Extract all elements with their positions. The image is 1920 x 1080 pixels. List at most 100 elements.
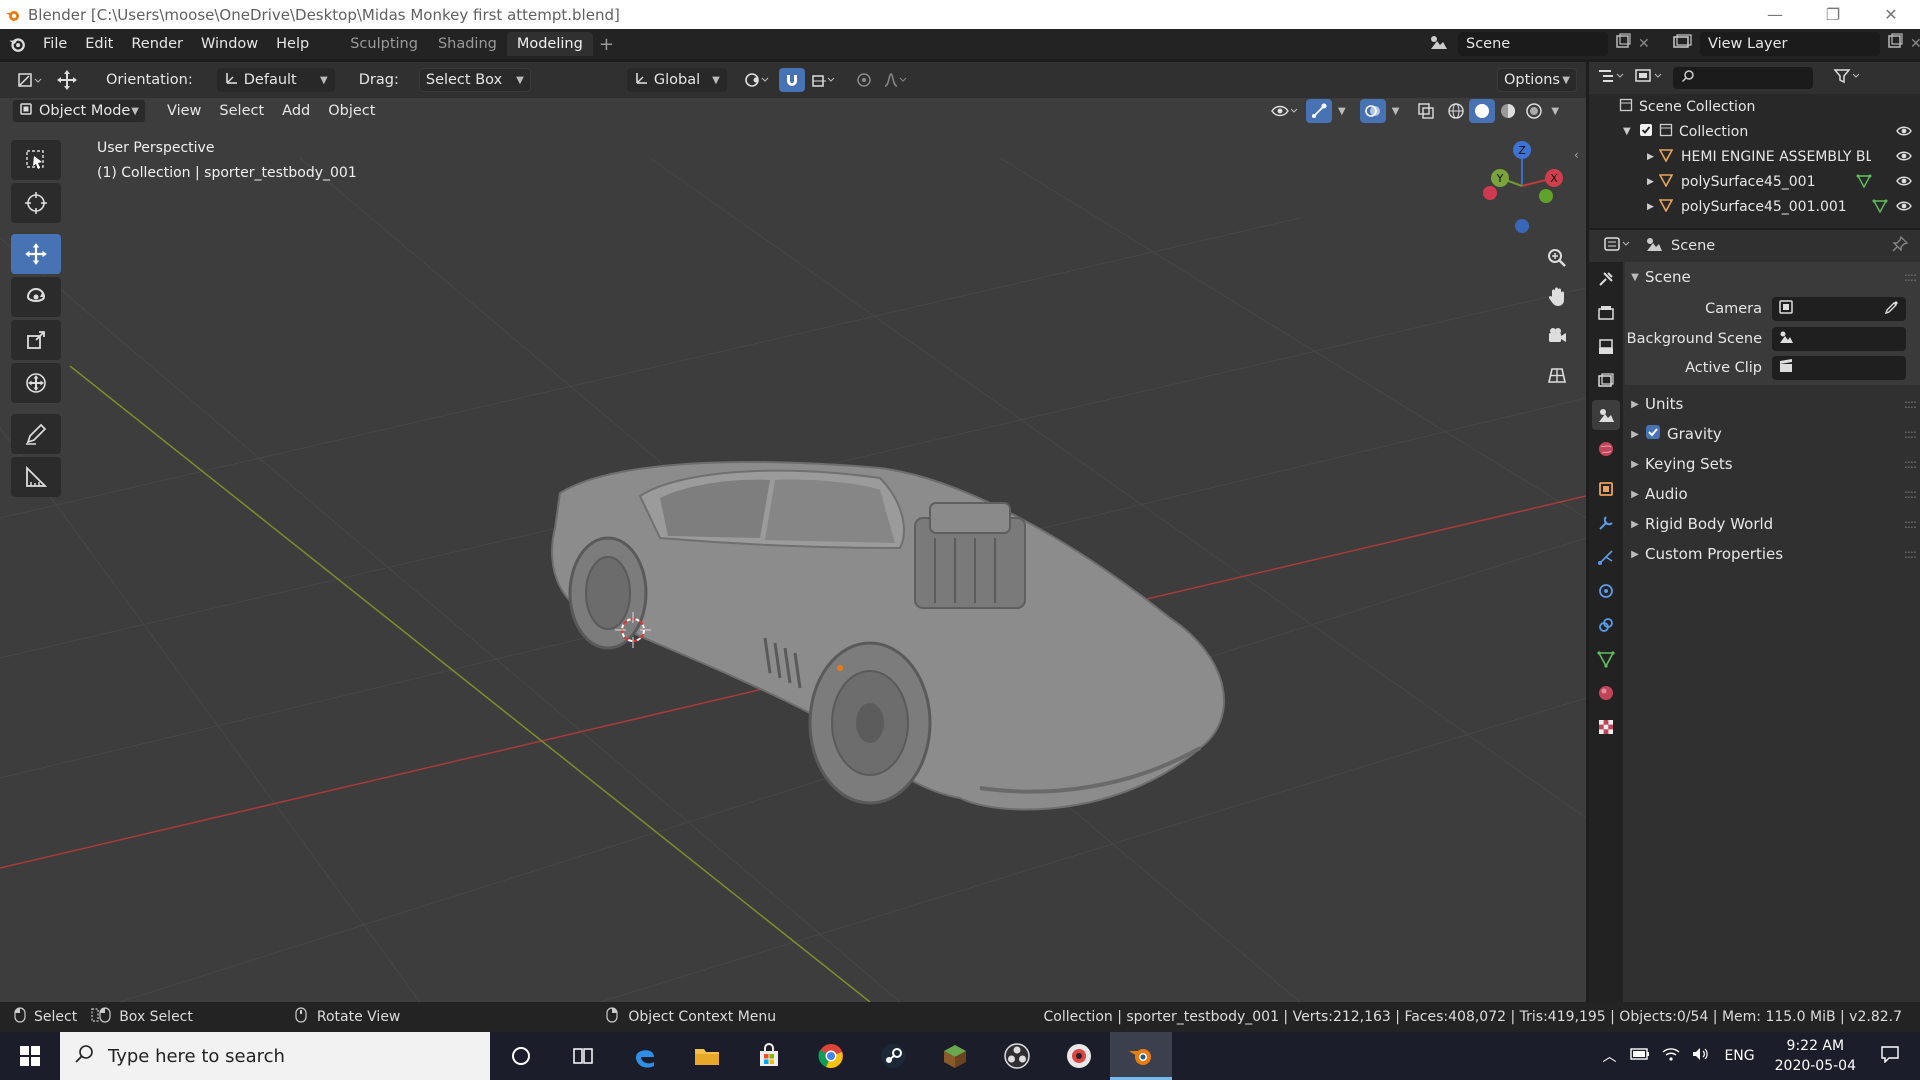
orientation-dropdown[interactable]: Default ▼ [216, 68, 335, 92]
file-explorer-icon[interactable] [676, 1032, 738, 1080]
editor-type-icon[interactable] [12, 68, 46, 92]
cursor-tool-icon[interactable] [11, 183, 61, 223]
drag-grip-icon[interactable]: :::: [1904, 270, 1917, 284]
menu-render[interactable]: Render [122, 29, 192, 59]
select-box-tool-icon[interactable] [11, 140, 61, 180]
chevron-down-icon[interactable]: ▼ [1392, 106, 1400, 117]
outliner-editor-icon[interactable] [1595, 67, 1627, 89]
output-tab-icon[interactable] [1592, 332, 1620, 362]
input-language[interactable]: ENG [1724, 1048, 1754, 1064]
solid-shading-icon[interactable] [1469, 99, 1496, 123]
microsoft-store-icon[interactable] [738, 1032, 800, 1080]
blender-menu-icon[interactable] [0, 35, 34, 53]
new-scene-icon[interactable] [1614, 33, 1632, 55]
steam-icon[interactable] [862, 1032, 924, 1080]
object-tab-icon[interactable] [1592, 474, 1620, 504]
minimize-button[interactable]: — [1746, 0, 1804, 29]
render-tab-icon[interactable] [1592, 298, 1620, 328]
expand-triangle-icon[interactable]: ▶ [1647, 202, 1659, 212]
eye-icon[interactable] [1896, 174, 1912, 192]
snap-element-icon[interactable] [805, 68, 841, 92]
wireframe-shading-icon[interactable] [1443, 99, 1469, 123]
obs-studio-icon[interactable] [986, 1032, 1048, 1080]
menu-help[interactable]: Help [267, 29, 318, 59]
drag-grip-icon[interactable]: :::: [1904, 397, 1917, 411]
outliner-item[interactable]: ▶ polySurface45_001.001 [1589, 194, 1920, 219]
keying-sets-panel-header[interactable]: ▶ Keying Sets :::: [1625, 449, 1920, 479]
proportional-editing-icon[interactable] [851, 68, 877, 92]
cortana-icon[interactable] [490, 1032, 552, 1080]
material-tab-icon[interactable] [1592, 678, 1620, 708]
xray-toggle-icon[interactable] [1413, 99, 1439, 123]
camera-view-icon[interactable] [1541, 320, 1573, 352]
windows-start-icon[interactable] [0, 1032, 60, 1080]
visibility-filter-icon[interactable] [1266, 99, 1302, 123]
menu-edit[interactable]: Edit [76, 29, 122, 59]
texture-tab-icon[interactable] [1592, 712, 1620, 742]
scale-tool-icon[interactable] [11, 320, 61, 360]
scene-selector[interactable]: Scene ✕ [1428, 32, 1650, 56]
blender-taskbar-icon[interactable] [1110, 1032, 1172, 1080]
delete-view-layer-icon[interactable]: ✕ [1910, 36, 1920, 52]
chevron-down-icon[interactable]: ▼ [1338, 106, 1346, 117]
scene-name-field[interactable]: Scene [1458, 32, 1608, 56]
drag-grip-icon[interactable]: :::: [1904, 547, 1917, 561]
rendered-shading-icon[interactable] [1521, 99, 1547, 123]
outliner-search-input[interactable] [1673, 67, 1813, 89]
pan-hand-icon[interactable] [1541, 281, 1573, 313]
tab-shading[interactable]: Shading [428, 32, 507, 56]
gizmo-toggle-icon[interactable] [1306, 99, 1332, 123]
davinci-resolve-icon[interactable] [1048, 1032, 1110, 1080]
particles-tab-icon[interactable] [1592, 542, 1620, 572]
properties-editor-icon[interactable] [1603, 235, 1635, 257]
eyedropper-icon[interactable] [1884, 299, 1900, 319]
edge-browser-icon[interactable] [614, 1032, 676, 1080]
constraints-tab-icon[interactable] [1592, 610, 1620, 640]
expand-triangle-icon[interactable]: ▶ [1647, 152, 1659, 162]
world-tab-icon[interactable] [1592, 434, 1620, 464]
expand-triangle-icon[interactable]: ▶ [1647, 177, 1659, 187]
rotate-tool-icon[interactable] [11, 277, 61, 317]
gravity-panel-header[interactable]: ▶ Gravity :::: [1625, 419, 1920, 449]
zoom-icon[interactable] [1541, 242, 1573, 274]
navigation-gizmo[interactable]: Z X Y [1470, 138, 1570, 248]
drag-dropdown[interactable]: Select Box ▼ [418, 68, 531, 92]
scene-tab-icon[interactable] [1592, 400, 1620, 430]
volume-icon[interactable] [1692, 1047, 1710, 1065]
display-mode-icon[interactable] [1633, 67, 1665, 89]
measure-tool-icon[interactable] [11, 457, 61, 497]
sidebar-toggle-icon[interactable]: ‹ [1574, 148, 1579, 162]
object-data-tab-icon[interactable] [1592, 644, 1620, 674]
menu-object[interactable]: Object [319, 103, 384, 119]
outliner-item[interactable]: ▶ HEMI ENGINE ASSEMBLY BLOW [1589, 144, 1920, 169]
scene-panel-header[interactable]: ▼ Scene :::: [1625, 262, 1920, 292]
add-workspace-button[interactable]: + [593, 34, 620, 55]
units-panel-header[interactable]: ▶ Units :::: [1625, 389, 1920, 419]
options-dropdown[interactable]: Options ▼ [1497, 68, 1577, 92]
gravity-checkbox[interactable] [1645, 424, 1661, 444]
view-layer-name-field[interactable]: View Layer [1700, 32, 1880, 56]
battery-icon[interactable] [1630, 1047, 1650, 1065]
eye-icon[interactable] [1896, 149, 1912, 167]
chevron-up-icon[interactable]: ︿ [1602, 1046, 1616, 1066]
drag-grip-icon[interactable]: :::: [1904, 517, 1917, 531]
taskbar-search-input[interactable]: Type here to search [60, 1032, 490, 1080]
drag-grip-icon[interactable]: :::: [1904, 457, 1917, 471]
overlays-toggle-icon[interactable] [1359, 99, 1386, 123]
outliner-item[interactable]: ▶ polySurface45_001 [1589, 169, 1920, 194]
move-tool-icon[interactable] [11, 234, 61, 274]
notifications-icon[interactable] [1880, 1045, 1900, 1067]
transform-tool-icon[interactable] [11, 363, 61, 403]
view-layer-selector[interactable]: View Layer ✕ [1672, 32, 1920, 56]
expand-triangle-icon[interactable]: ▼ [1623, 126, 1639, 137]
menu-window[interactable]: Window [192, 29, 267, 59]
ortho-grid-icon[interactable] [1541, 359, 1573, 391]
outliner-scene-collection[interactable]: Scene Collection [1589, 94, 1920, 119]
menu-select[interactable]: Select [210, 103, 273, 119]
tab-modeling[interactable]: Modeling [506, 32, 593, 56]
drag-grip-icon[interactable]: :::: [1904, 487, 1917, 501]
chrome-icon[interactable] [800, 1032, 862, 1080]
3d-viewport[interactable]: User Perspective (1) Collection | sporte… [0, 98, 1586, 1002]
background-scene-field[interactable] [1772, 326, 1906, 351]
move-tool-header-icon[interactable] [54, 68, 80, 92]
